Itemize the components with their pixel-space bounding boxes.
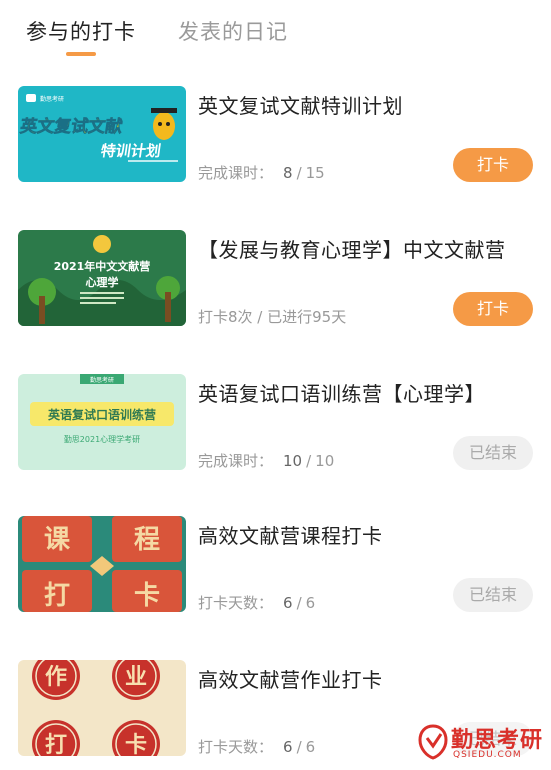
thumb-char: 卡	[134, 581, 160, 611]
course-thumbnail: 勤思考研 英文复试文献 特训计划	[18, 86, 186, 182]
thumb-line1: 2021年中文文献营	[54, 259, 151, 273]
thumb-char: 打	[45, 732, 67, 756]
active-tab-indicator	[66, 52, 96, 56]
thumb-char: 卡	[125, 732, 147, 756]
progress-done: 10	[283, 452, 303, 470]
thumb-brand: 勤思考研	[90, 376, 114, 384]
list-item[interactable]: 勤思考研 英文复试文献 特训计划 英文复试文献特训计划 完成课时： 8/15 打卡	[0, 86, 551, 186]
course-thumbnail: 课 程 打 卡	[18, 516, 186, 612]
progress-label: 完成课时：	[198, 164, 274, 182]
list-item[interactable]: 课 程 打 卡 高效文献营课程打卡 打卡天数： 6/6 已结束	[0, 516, 551, 616]
course-progress: 打卡天数： 6/6	[198, 594, 316, 612]
checkin-button[interactable]: 打卡	[453, 292, 533, 326]
progress-total: 15	[305, 164, 325, 182]
ended-button[interactable]: 已结束	[453, 436, 533, 470]
checkin-button[interactable]: 打卡	[453, 148, 533, 182]
thumb-line2: 心理学	[86, 275, 119, 289]
tab-published-diaries[interactable]: 发表的日记	[178, 16, 288, 46]
thumb-char: 程	[134, 525, 160, 555]
list-item[interactable]: 勤思考研 英语复试口语训练营 勤思2021心理学考研 英语复试口语训练营【心理学…	[0, 374, 551, 474]
thumb-line2: 勤思2021心理学考研	[64, 434, 140, 444]
course-title: 【发展与教育心理学】中文文献营	[198, 238, 506, 262]
course-progress: 完成课时： 8/15	[198, 164, 325, 182]
course-title: 高效文献营作业打卡	[198, 668, 383, 692]
thumb-line1: 英语复试口语训练营	[48, 407, 156, 422]
progress-total: 10	[315, 452, 335, 470]
course-title: 英文复试文献特训计划	[198, 94, 403, 118]
course-title: 英语复试口语训练营【心理学】	[198, 382, 485, 406]
course-thumbnail: 勤思考研 英语复试口语训练营 勤思2021心理学考研	[18, 374, 186, 470]
progress-done: 8	[283, 164, 293, 182]
thumb-brand: 勤思考研	[40, 95, 64, 103]
ended-button[interactable]: 已结束	[453, 578, 533, 612]
brand-logo-icon	[418, 724, 448, 760]
thumb-char: 打	[44, 581, 70, 611]
course-progress: 打卡天数： 6/6	[198, 738, 316, 756]
thumb-char: 作	[45, 664, 67, 690]
thumb-line2: 特训计划	[100, 142, 162, 160]
course-progress: 打卡8次 / 已进行95天	[198, 308, 347, 326]
progress-label: 完成课时：	[198, 452, 274, 470]
tab-bar: 参与的打卡 发表的日记	[0, 0, 551, 62]
thumb-char: 课	[44, 525, 71, 555]
watermark-domain: QSIEDU.COM	[453, 750, 522, 760]
thumb-line1: 英文复试文献	[19, 116, 124, 137]
course-title: 高效文献营课程打卡	[198, 524, 383, 548]
watermark: 勤思考研 QSIEDU.COM	[415, 722, 545, 766]
tab-joined-checkins[interactable]: 参与的打卡	[26, 16, 136, 46]
thumb-char: 业	[125, 664, 147, 690]
progress-label: 打卡天数：	[198, 594, 274, 612]
list-item[interactable]: 2021年中文文献营 心理学 【发展与教育心理学】中文文献营 打卡8次 / 已进…	[0, 230, 551, 330]
progress-total: 6	[305, 594, 316, 612]
course-thumbnail: 作 业 打 卡	[18, 660, 186, 756]
course-thumbnail: 2021年中文文献营 心理学	[18, 230, 186, 326]
progress-done: 6	[283, 594, 293, 612]
progress-done: 6	[283, 738, 293, 756]
progress-label: 打卡天数：	[198, 738, 274, 756]
course-progress: 完成课时： 10/10	[198, 452, 335, 470]
progress-total: 6	[305, 738, 316, 756]
